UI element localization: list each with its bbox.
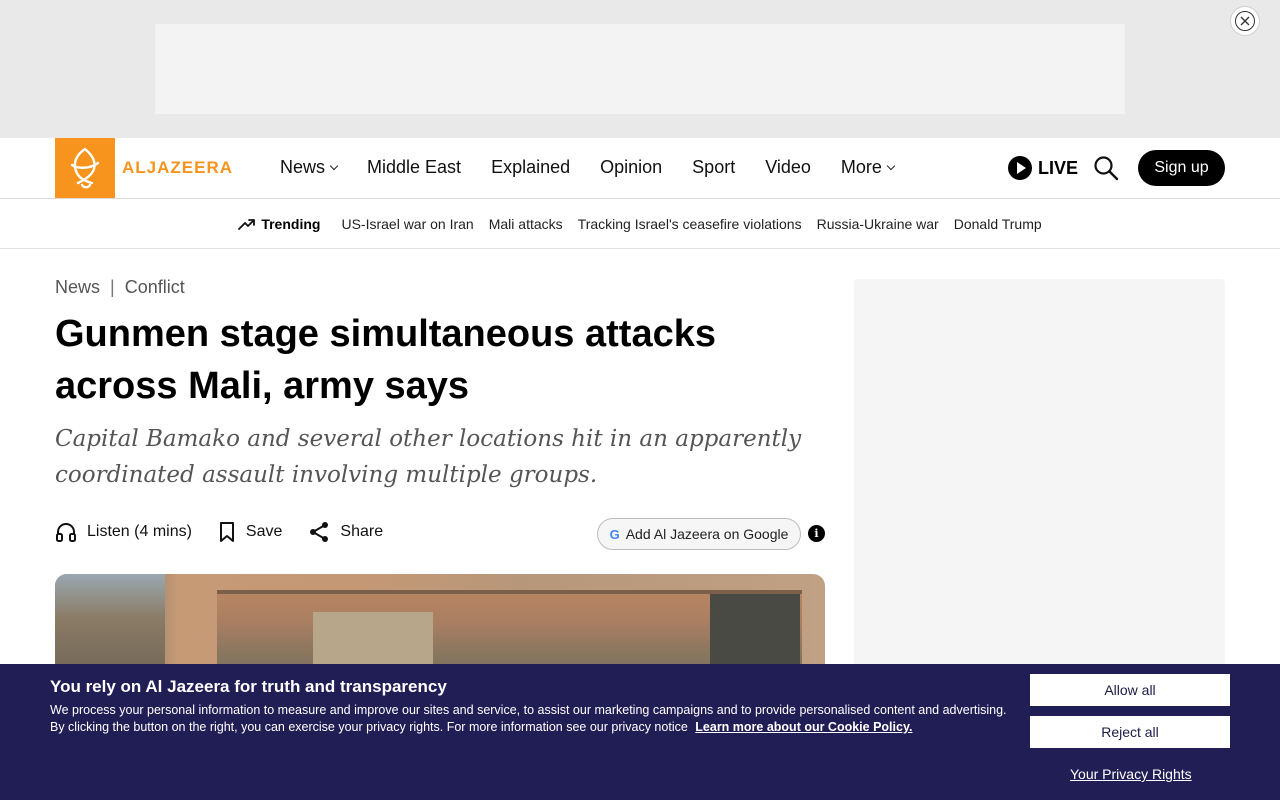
breadcrumb-category[interactable]: Conflict [125, 277, 185, 298]
live-label: LIVE [1038, 157, 1079, 178]
main-nav: News Middle East Explained Opinion Sport… [280, 157, 896, 178]
nav-item-video[interactable]: Video [765, 157, 811, 178]
sign-up-button[interactable]: Sign up [1138, 150, 1225, 186]
add-on-google-button[interactable]: G Add Al Jazeera on Google [597, 518, 801, 550]
nav-label: Sport [692, 157, 736, 177]
nav-label: Opinion [600, 157, 663, 177]
reject-all-button[interactable]: Reject all [1030, 716, 1230, 748]
nav-item-more[interactable]: More [840, 157, 896, 178]
nav-label: More [840, 157, 882, 177]
logo-wordmark[interactable]: ALJAZEERA [122, 158, 233, 178]
search-icon[interactable] [1093, 155, 1119, 181]
article-subheadline: Capital Bamako and several other locatio… [55, 426, 802, 488]
bookmark-icon [219, 522, 234, 542]
play-icon [1008, 156, 1032, 180]
headphones-icon [56, 523, 76, 542]
listen-label: Listen (4 mins) [87, 523, 192, 540]
site-header: ALJAZEERA News Middle East Explained Opi… [0, 138, 1280, 199]
chevron-down-icon [886, 161, 896, 171]
close-icon [1235, 11, 1255, 31]
ad-close-button[interactable] [1230, 6, 1260, 36]
trending-link[interactable]: Donald Trump [954, 216, 1042, 232]
logo-emblem-icon[interactable] [55, 138, 115, 198]
google-icon: G [609, 526, 620, 542]
trending-arrow-icon [238, 218, 256, 230]
trending-label: Trending [261, 215, 321, 232]
article-headline: Gunmen stage simultaneous attacks across… [55, 313, 716, 407]
ad-strip [0, 0, 1280, 138]
sidebar-ad-placeholder [854, 279, 1225, 679]
cookie-banner: You rely on Al Jazeera for truth and tra… [0, 664, 1280, 800]
breadcrumb-separator: | [110, 277, 115, 297]
info-icon[interactable]: i [808, 525, 825, 542]
trending-link[interactable]: Russia-Ukraine war [817, 216, 939, 232]
listen-button[interactable]: Listen (4 mins) [55, 521, 192, 543]
privacy-rights-link[interactable]: Your Privacy Rights [1070, 766, 1192, 782]
breadcrumb: News | Conflict [55, 277, 185, 298]
live-button[interactable]: LIVE [1008, 156, 1078, 180]
share-button[interactable]: Share [308, 521, 383, 543]
trending-link[interactable]: US-Israel war on Iran [341, 216, 473, 232]
cookie-text: We process your personal information to … [50, 702, 1010, 736]
nav-item-sport[interactable]: Sport [692, 157, 735, 178]
nav-label: Video [765, 157, 811, 177]
trending-link[interactable]: Tracking Israel's ceasefire violations [578, 216, 802, 232]
article-actions: Listen (4 mins) Save Share [55, 521, 383, 543]
cookie-title: You rely on Al Jazeera for truth and tra… [50, 677, 447, 696]
ad-placeholder [155, 24, 1125, 114]
save-button[interactable]: Save [218, 521, 282, 543]
nav-item-middle-east[interactable]: Middle East [367, 157, 461, 178]
trending-heading: Trending [238, 216, 320, 232]
save-label: Save [245, 523, 283, 540]
share-label: Share [340, 523, 384, 540]
chevron-down-icon [329, 161, 339, 171]
trending-link[interactable]: Mali attacks [489, 216, 563, 232]
nav-label: Explained [491, 157, 571, 177]
nav-label: News [280, 157, 326, 177]
google-button-label: Add Al Jazeera on Google [625, 526, 789, 542]
nav-label: Middle East [367, 157, 462, 177]
breadcrumb-section[interactable]: News [55, 277, 100, 298]
nav-item-news[interactable]: News [280, 157, 339, 178]
share-icon [310, 522, 329, 542]
trending-bar: Trending US-Israel war on Iran Mali atta… [0, 199, 1280, 249]
nav-item-explained[interactable]: Explained [491, 157, 570, 178]
nav-item-opinion[interactable]: Opinion [600, 157, 662, 178]
allow-all-button[interactable]: Allow all [1030, 674, 1230, 706]
cookie-policy-link[interactable]: Learn more about our Cookie Policy. [695, 720, 912, 734]
